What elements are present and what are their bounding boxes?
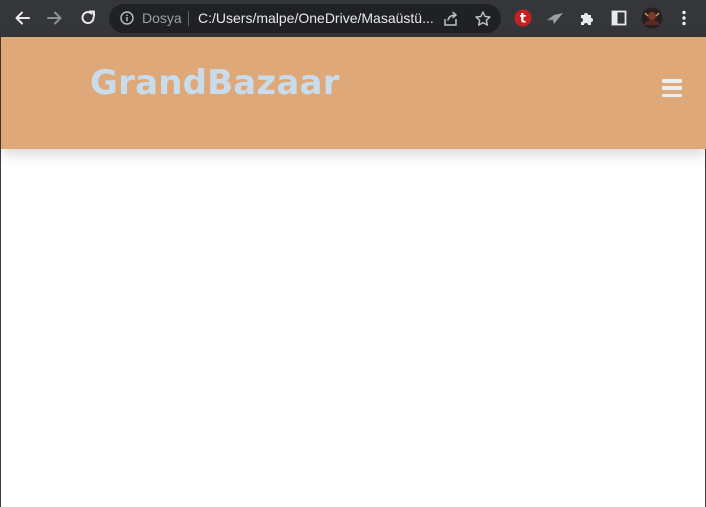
address-divider xyxy=(188,11,189,26)
page-viewport: GrandBazaar xyxy=(0,37,706,507)
profile-avatar[interactable] xyxy=(641,7,663,29)
share-icon[interactable] xyxy=(442,10,460,28)
reload-icon xyxy=(81,10,95,25)
puzzle-extensions-icon[interactable] xyxy=(577,8,597,28)
security-label[interactable]: Dosya xyxy=(142,10,182,27)
hamburger-bar xyxy=(662,79,682,83)
forward-button[interactable] xyxy=(43,6,67,30)
browser-toolbar: Dosya C:/Users/malpe/OneDrive/Masaüstü..… xyxy=(0,0,706,37)
back-button[interactable] xyxy=(10,6,34,30)
site-header: GrandBazaar xyxy=(1,37,706,149)
reload-button[interactable] xyxy=(76,6,100,30)
hamburger-bar xyxy=(662,93,682,97)
site-logo[interactable]: GrandBazaar xyxy=(90,63,340,103)
kebab-menu-icon[interactable] xyxy=(674,8,694,28)
side-panel-icon[interactable] xyxy=(609,8,629,28)
airplane-extension-icon[interactable] xyxy=(545,8,565,28)
arrow-left-icon xyxy=(15,11,30,25)
address-bar[interactable]: Dosya C:/Users/malpe/OneDrive/Masaüstü..… xyxy=(109,4,501,33)
svg-text:t: t xyxy=(520,12,526,27)
url-text[interactable]: C:/Users/malpe/OneDrive/Masaüstü... xyxy=(198,10,438,27)
bookmark-star-icon[interactable] xyxy=(474,10,492,28)
hamburger-bar xyxy=(662,86,682,90)
arrow-right-icon xyxy=(47,11,62,25)
info-icon[interactable] xyxy=(120,11,134,25)
hamburger-menu-icon[interactable] xyxy=(662,79,682,97)
t-extension-icon[interactable]: t xyxy=(513,8,533,28)
